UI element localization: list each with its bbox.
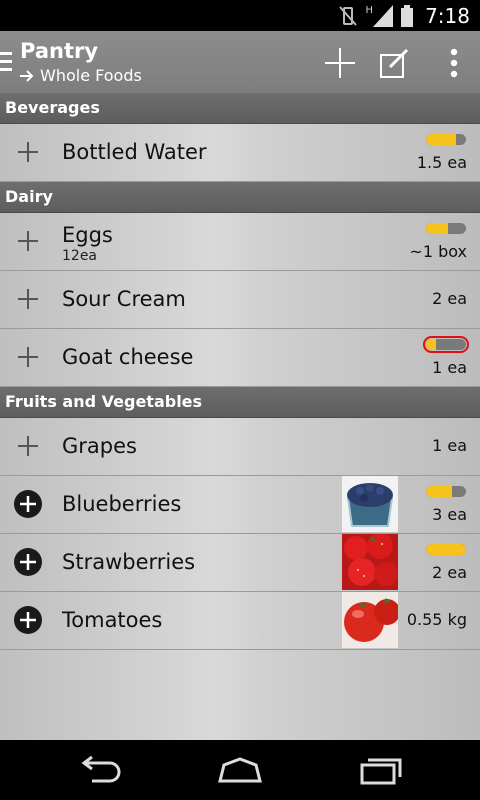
list-item-sour-cream[interactable]: Sour Cream 2 ea [0, 271, 480, 329]
store-name: Whole Foods [40, 66, 142, 85]
add-button[interactable] [320, 43, 360, 83]
stock-level-gauge [426, 134, 466, 145]
stock-level-gauge-low [423, 336, 469, 353]
item-quantity: 1.5 ea [416, 153, 467, 172]
item-quantity: 0.55 kg [406, 610, 467, 629]
overflow-menu-button[interactable] [434, 43, 474, 83]
tomatoes-photo [342, 592, 398, 648]
list-item-tomatoes[interactable]: Tomatoes 0.55 kg [0, 592, 480, 650]
navigation-bar [0, 740, 480, 800]
section-header-dairy: Dairy [0, 182, 480, 213]
item-name: Sour Cream [62, 287, 186, 311]
signal-icon [373, 4, 394, 27]
status-bar: H 7:18 [0, 0, 480, 31]
action-bar: Pantry Whole Foods [0, 31, 480, 93]
stock-level-gauge [426, 486, 466, 497]
plus-icon[interactable] [14, 432, 42, 460]
item-name: Tomatoes [62, 608, 163, 632]
item-quantity: 2 ea [432, 563, 467, 582]
circle-plus-icon[interactable] [14, 548, 42, 576]
list-item-eggs[interactable]: Eggs 12ea ~1 box [0, 213, 480, 271]
clock: 7:18 [425, 3, 470, 28]
list-item-bottled-water[interactable]: Bottled Water 1.5 ea [0, 124, 480, 182]
store-selector[interactable]: Whole Foods [20, 66, 142, 85]
list-item-grapes[interactable]: Grapes 1 ea [0, 418, 480, 476]
item-quantity: 2 ea [432, 289, 467, 308]
item-name: Strawberries [62, 550, 196, 574]
home-icon[interactable] [216, 755, 264, 785]
section-header-beverages: Beverages [0, 93, 480, 124]
circle-plus-icon[interactable] [14, 606, 42, 634]
item-package-size: 12ea [62, 248, 98, 264]
list-item-goat-cheese[interactable]: Goat cheese 1 ea [0, 329, 480, 387]
page-title[interactable]: Pantry [20, 39, 98, 63]
vibrate-mute-icon [338, 5, 357, 26]
item-name: Bottled Water [62, 140, 207, 164]
plus-icon[interactable] [14, 227, 42, 255]
strawberries-photo [342, 534, 398, 590]
list-item-blueberries[interactable]: Blueberries 3 ea [0, 476, 480, 534]
item-quantity: 1 ea [432, 436, 467, 455]
battery-icon [401, 4, 414, 27]
more-vert-icon [450, 48, 458, 78]
arrow-right-icon [20, 69, 34, 82]
plus-icon[interactable] [14, 285, 42, 313]
pantry-list: Beverages Bottled Water 1.5 ea Dairy Egg… [0, 93, 480, 740]
network-type-label: H [365, 5, 374, 16]
item-name: Blueberries [62, 492, 182, 516]
list-item-strawberries[interactable]: Strawberries 2 ea [0, 534, 480, 592]
circle-plus-icon[interactable] [14, 490, 42, 518]
drawer-menu-icon[interactable] [0, 49, 14, 75]
recent-apps-icon[interactable] [356, 755, 404, 785]
plus-icon [325, 48, 355, 78]
section-header-fruits-and-vegetables: Fruits and Vegetables [0, 387, 480, 418]
back-icon[interactable] [76, 755, 124, 785]
edit-button[interactable] [374, 43, 414, 83]
stock-level-gauge [426, 223, 466, 234]
item-quantity: 1 ea [432, 358, 467, 377]
plus-icon[interactable] [14, 343, 42, 371]
blueberries-photo [342, 476, 398, 532]
plus-icon[interactable] [14, 138, 42, 166]
item-quantity: ~1 box [409, 242, 467, 261]
item-quantity: 3 ea [432, 505, 467, 524]
item-name: Grapes [62, 434, 137, 458]
edit-icon [380, 48, 409, 78]
stock-level-gauge [426, 544, 466, 555]
item-name: Goat cheese [62, 345, 194, 369]
item-name: Eggs [62, 223, 113, 247]
